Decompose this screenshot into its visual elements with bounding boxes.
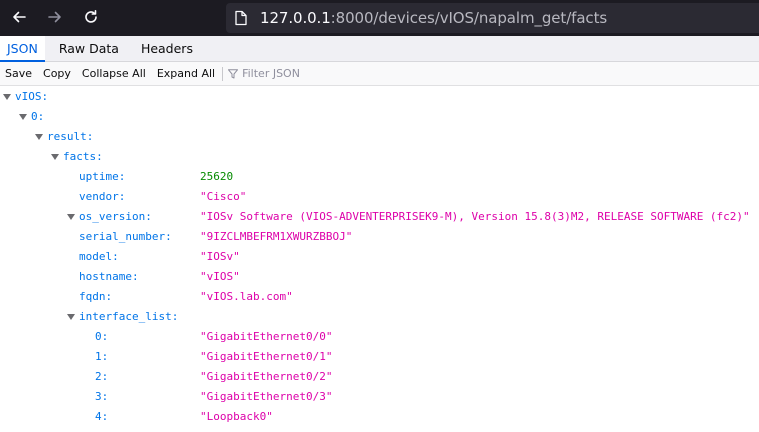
page-icon [235,10,247,26]
json-key: 3: [95,390,109,403]
json-string-value: "GigabitEthernet0/3" [200,390,333,403]
save-button[interactable]: Save [1,67,36,80]
json-key: vIOS: [15,90,49,103]
json-key: vendor: [79,190,126,203]
json-key: os_version: [79,210,152,223]
json-key: hostname: [79,270,139,283]
json-key: serial_number: [79,230,172,243]
json-string-value: "GigabitEthernet0/0" [200,330,333,343]
tab-raw-data[interactable]: Raw Data [52,36,126,62]
tree-row-uptime[interactable]: uptime: 25620 [0,167,759,187]
collapse-all-button[interactable]: Collapse All [78,67,150,80]
reload-button[interactable] [79,5,103,29]
tree-row-index-0[interactable]: 0: [0,107,759,127]
tree-row-result[interactable]: result: [0,127,759,147]
json-key: 4: [95,410,109,423]
expand-toggle-icon[interactable] [67,314,75,320]
tab-json[interactable]: JSON [0,36,45,62]
expand-toggle-icon[interactable] [67,214,75,220]
json-string-value: "IOSv" [200,250,240,263]
json-string-value: "Cisco" [200,190,247,203]
expand-toggle-icon[interactable] [19,114,27,120]
copy-button[interactable]: Copy [39,67,75,80]
tree-row-vendor[interactable]: vendor: "Cisco" [0,187,759,207]
json-key: facts: [63,150,103,163]
tree-row-interface[interactable]: 0: "GigabitEthernet0/0" [0,327,759,347]
tree-row-interface[interactable]: 3: "GigabitEthernet0/3" [0,387,759,407]
url-host: 127.0.0.1 [260,9,331,27]
back-button[interactable] [7,5,31,29]
forward-arrow-icon [48,11,61,23]
filter-placeholder: Filter JSON [242,67,300,80]
json-number-value: 25620 [200,170,234,183]
reload-icon [85,10,97,23]
tree-row-hostname[interactable]: hostname: "vIOS" [0,267,759,287]
tree-row-interface[interactable]: 4: "Loopback0" [0,407,759,427]
json-key: result: [47,130,94,143]
tree-row-interface[interactable]: 2: "GigabitEthernet0/2" [0,367,759,387]
json-key: model: [79,250,119,263]
tree-row-os-version[interactable]: os_version: "IOSv Software (VIOS-ADVENTE… [0,207,759,227]
tree-row-facts[interactable]: facts: [0,147,759,167]
json-toolbar: Save Copy Collapse All Expand All Filter… [0,62,759,86]
tree-row-fqdn[interactable]: fqdn: "vIOS.lab.com" [0,287,759,307]
json-key: 0: [31,110,45,123]
json-string-value: "9IZCLMBEFRM1XWURZBBOJ" [200,230,353,243]
expand-all-button[interactable]: Expand All [153,67,219,80]
tab-headers[interactable]: Headers [134,36,200,62]
tree-row-vios[interactable]: vIOS: [0,87,759,107]
tree-row-interface-list[interactable]: interface_list: [0,307,759,327]
json-string-value: "GigabitEthernet0/2" [200,370,333,383]
tree-row-interface[interactable]: 1: "GigabitEthernet0/1" [0,347,759,367]
json-key: interface_list: [79,310,179,323]
forward-button[interactable] [43,5,67,29]
tree-row-serial-number[interactable]: serial_number: "9IZCLMBEFRM1XWURZBBOJ" [0,227,759,247]
json-string-value: "vIOS" [200,270,240,283]
filter-json-input[interactable]: Filter JSON [228,67,300,80]
json-string-value: "IOSv Software (VIOS-ADVENTERPRISEK9-M),… [200,210,750,223]
json-key: fqdn: [79,290,113,303]
expand-toggle-icon[interactable] [3,94,11,100]
url-text: 127.0.0.1:8000/devices/vIOS/napalm_get/f… [260,9,607,27]
tree-row-model[interactable]: model: "IOSv" [0,247,759,267]
url-path: :8000/devices/vIOS/napalm_get/facts [330,9,608,27]
toolbar-divider [222,66,224,81]
json-key: 2: [95,370,109,383]
filter-icon [228,68,239,78]
json-tree: vIOS: 0: result: facts: uptime: 25620 ve… [0,87,759,432]
json-key: uptime: [79,170,126,183]
browser-toolbar: 127.0.0.1:8000/devices/vIOS/napalm_get/f… [0,0,759,36]
json-string-value: "vIOS.lab.com" [200,290,293,303]
expand-toggle-icon[interactable] [35,134,43,140]
expand-toggle-icon[interactable] [51,154,59,160]
address-bar[interactable]: 127.0.0.1:8000/devices/vIOS/napalm_get/f… [226,3,759,33]
json-string-value: "GigabitEthernet0/1" [200,350,333,363]
back-arrow-icon [13,11,26,23]
viewer-tabs: JSON Raw Data Headers [0,36,759,62]
json-key: 1: [95,350,109,363]
json-string-value: "Loopback0" [200,410,273,423]
json-key: 0: [95,330,109,343]
